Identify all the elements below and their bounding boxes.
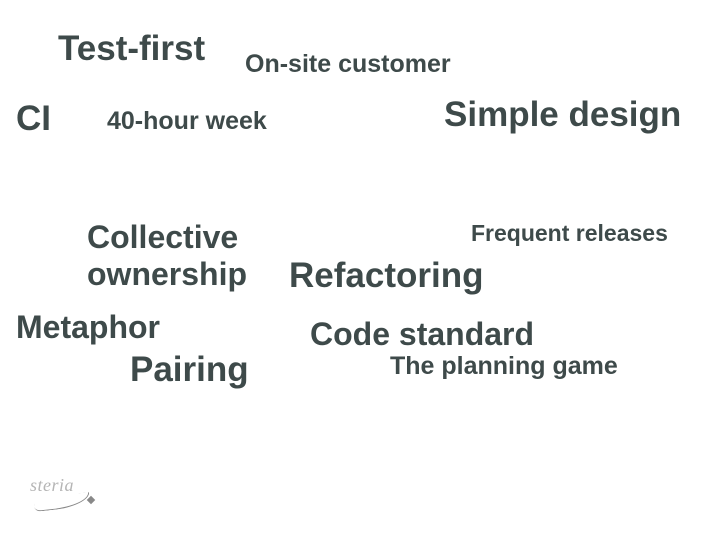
term-frequent-releases: Frequent releases: [471, 220, 668, 247]
logo: steria: [30, 475, 115, 505]
term-test-first: Test-first: [58, 29, 205, 69]
term-simple-design: Simple design: [444, 95, 681, 135]
term-metaphor: Metaphor: [16, 309, 160, 346]
term-40-hour-week: 40-hour week: [107, 107, 267, 136]
term-pairing: Pairing: [130, 350, 249, 390]
term-collective-ownership-line1: Collective: [87, 219, 238, 255]
term-on-site-customer: On-site customer: [245, 50, 451, 79]
term-planning-game: The planning game: [390, 352, 618, 381]
term-refactoring: Refactoring: [289, 256, 483, 296]
logo-arrow-icon: [87, 496, 95, 504]
logo-text: steria: [30, 475, 74, 495]
term-collective-ownership: Collective ownership: [87, 219, 247, 293]
logo-swoosh-icon: [33, 492, 90, 512]
term-collective-ownership-line2: ownership: [87, 256, 247, 292]
term-code-standard: Code standard: [310, 316, 534, 353]
term-ci: CI: [16, 99, 51, 139]
